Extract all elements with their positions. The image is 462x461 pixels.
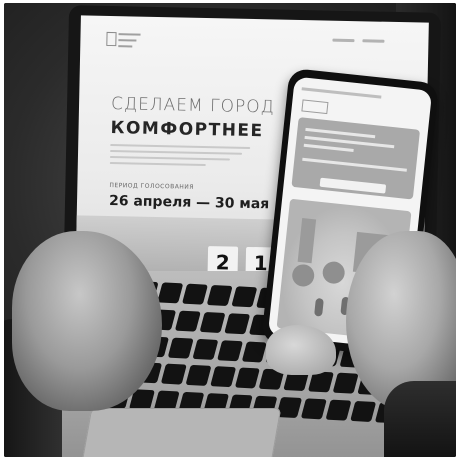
key[interactable] — [199, 311, 226, 333]
key[interactable] — [160, 363, 187, 385]
description-line — [110, 144, 251, 149]
key[interactable] — [230, 286, 257, 308]
hero-description — [109, 144, 251, 171]
key[interactable] — [185, 365, 212, 387]
key[interactable] — [241, 341, 268, 363]
key[interactable] — [350, 401, 377, 423]
thumb — [266, 325, 336, 375]
key[interactable] — [301, 398, 327, 420]
person — [314, 297, 324, 317]
tower — [297, 218, 317, 264]
key[interactable] — [332, 373, 359, 395]
description-line — [109, 162, 206, 167]
phone-status-line — [301, 87, 382, 99]
phone-voting-card — [291, 117, 421, 200]
hero-title-line-1: СДЕЛАЕМ ГОРОД — [110, 94, 275, 118]
description-line — [109, 156, 230, 161]
key[interactable] — [325, 399, 352, 421]
key[interactable] — [216, 339, 243, 361]
hero-title-line-2: КОМФОРТНЕЕ — [110, 118, 264, 142]
description-line — [110, 150, 243, 155]
key[interactable] — [174, 310, 201, 332]
logo-line — [118, 45, 133, 48]
key[interactable] — [192, 338, 219, 360]
contact-line — [362, 39, 385, 43]
site-logo — [106, 30, 141, 51]
logo-line — [118, 33, 141, 36]
phone-vote-button[interactable] — [319, 177, 387, 194]
contact-line — [332, 38, 355, 43]
key[interactable] — [234, 367, 261, 389]
voting-period-label: ПЕРИОД ГОЛОСОВАНИЯ — [109, 182, 195, 191]
right-sleeve — [384, 381, 456, 457]
key[interactable] — [181, 283, 208, 305]
header-contacts — [332, 38, 385, 43]
photo-frame: СДЕЛАЕМ ГОРОД КОМФОРТНЕЕ ПЕРИОД ГОЛОСОВА… — [4, 3, 456, 457]
site-header — [80, 15, 429, 68]
logo-line — [118, 39, 137, 42]
card-line — [303, 143, 354, 153]
phone-logo — [301, 99, 329, 115]
tree — [291, 263, 316, 288]
key[interactable] — [209, 366, 236, 388]
key[interactable] — [206, 284, 233, 307]
card-line — [302, 157, 407, 172]
voting-period-dates: 26 апреля — 30 мая — [108, 193, 270, 213]
key[interactable] — [223, 312, 250, 335]
tree — [321, 260, 346, 285]
logo-icon — [106, 31, 117, 47]
trackpad[interactable] — [80, 408, 282, 457]
key[interactable] — [276, 397, 303, 419]
key[interactable] — [157, 282, 184, 304]
key[interactable] — [167, 337, 194, 359]
